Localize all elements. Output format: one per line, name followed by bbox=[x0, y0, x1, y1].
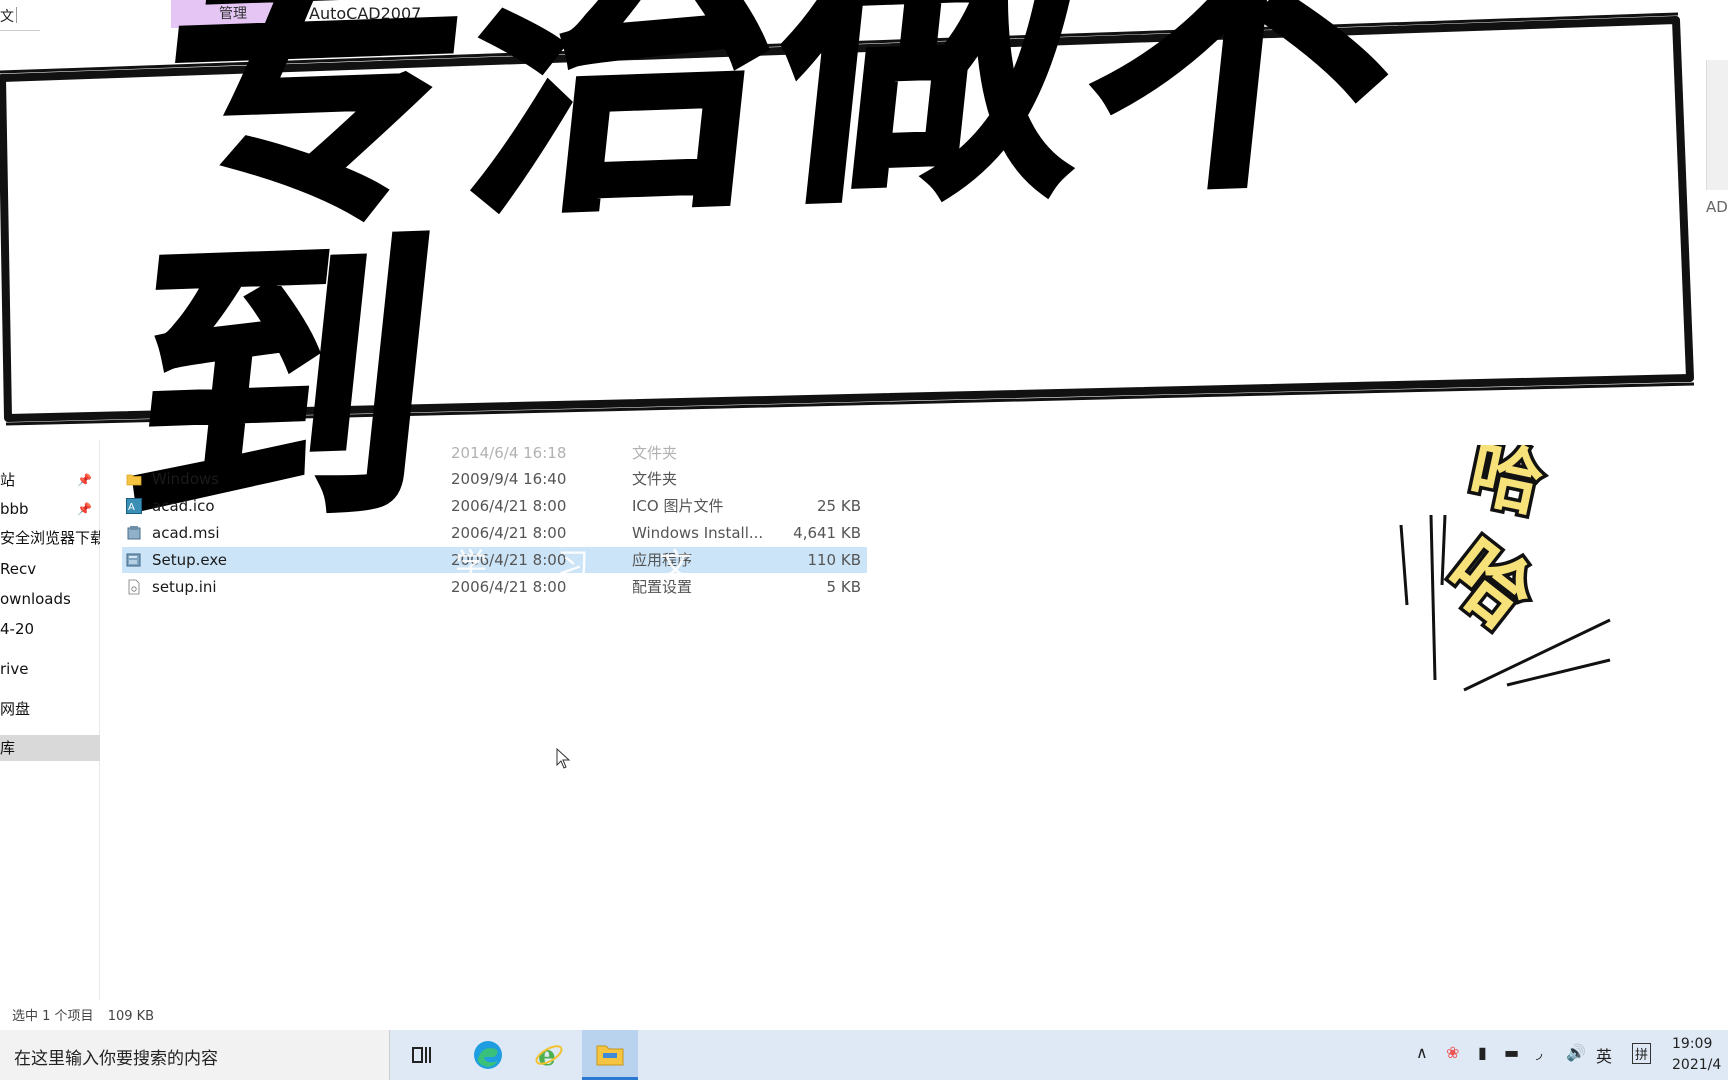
file-explorer-button[interactable] bbox=[582, 1030, 638, 1080]
right-edge-label: AD2 bbox=[1706, 198, 1728, 216]
haha-sticker: 哈 哈 bbox=[1399, 445, 1611, 692]
file-name: acad.ico bbox=[152, 497, 215, 515]
file-name: acad.msi bbox=[152, 524, 220, 542]
nav-item[interactable]: ownloads bbox=[0, 586, 100, 612]
file-type: 文件夹 bbox=[632, 444, 678, 462]
right-panel-fragment bbox=[1706, 60, 1728, 190]
wifi-icon[interactable]: ◞ bbox=[1536, 1043, 1542, 1062]
svg-text:A: A bbox=[128, 502, 135, 513]
taskbar-search-placeholder: 在这里输入你要搜索的内容 bbox=[14, 1049, 218, 1069]
nav-item[interactable]: 站 📌 bbox=[0, 467, 100, 493]
task-view-icon bbox=[412, 1047, 431, 1063]
ie-browser-button[interactable]: e bbox=[521, 1030, 577, 1080]
folder-icon bbox=[596, 1045, 624, 1065]
file-date: 2009/9/4 16:40 bbox=[451, 470, 567, 488]
nav-item[interactable]: rive bbox=[0, 656, 100, 682]
ime-language-indicator[interactable]: 英 bbox=[1596, 1043, 1612, 1067]
file-row[interactable]: Windows 2009/9/4 16:40 文件夹 bbox=[122, 466, 867, 492]
file-name: Windows bbox=[152, 470, 219, 488]
ime-mode-indicator[interactable]: 拼 bbox=[1632, 1043, 1652, 1064]
task-view-button[interactable] bbox=[395, 1030, 451, 1080]
mouse-cursor-icon bbox=[556, 748, 571, 769]
file-row[interactable]: 2014/6/4 16:18 文件夹 bbox=[122, 440, 867, 466]
nav-item[interactable]: 网盘 bbox=[0, 696, 100, 722]
nav-item-label: 网盘 bbox=[0, 700, 31, 718]
pin-icon: 📌 bbox=[77, 473, 92, 487]
edge-browser-button[interactable] bbox=[460, 1030, 516, 1080]
file-name: setup.ini bbox=[152, 578, 217, 596]
app-tray-icon[interactable]: ❀ bbox=[1446, 1043, 1459, 1062]
nav-item-label: 站 bbox=[0, 471, 16, 489]
taskbar-search-box[interactable]: 在这里输入你要搜索的内容 bbox=[0, 1030, 390, 1080]
nav-item-label: 4-20 bbox=[0, 620, 35, 638]
folder-icon bbox=[126, 474, 142, 486]
watermark-text: 学 习 文 bbox=[455, 546, 722, 584]
status-selected-size: 109 KB bbox=[107, 1009, 155, 1024]
nav-item-label: rive bbox=[0, 660, 29, 678]
microphone-icon[interactable]: ▮ bbox=[1478, 1043, 1487, 1062]
nav-item[interactable]: 安全浏览器下载 bbox=[0, 525, 100, 551]
haha-char-1: 哈 bbox=[1462, 445, 1550, 527]
navigation-pane: 站 📌 bbb 📌 安全浏览器下载 Recv ownloads 4-20 riv… bbox=[0, 440, 100, 1000]
haha-char-2: 哈 bbox=[1429, 523, 1549, 646]
file-type: 文件夹 bbox=[632, 470, 678, 488]
status-bar: 选中 1 个项目 109 KB bbox=[12, 1005, 154, 1024]
clock-date: 2021/4 bbox=[1672, 1057, 1722, 1073]
file-date: 2006/4/21 8:00 bbox=[451, 497, 567, 515]
nav-item-label: 库 bbox=[0, 739, 16, 757]
file-size: 110 KB bbox=[807, 551, 861, 569]
volume-icon[interactable]: 🔊 bbox=[1566, 1043, 1586, 1062]
nav-item[interactable]: bbb 📌 bbox=[0, 496, 100, 522]
nav-item-selected[interactable]: 库 bbox=[0, 735, 100, 761]
banner-title: 专治做不到 bbox=[110, 0, 1422, 569]
ini-file-icon bbox=[128, 579, 140, 595]
file-name: Setup.exe bbox=[152, 551, 228, 569]
nav-item-label: bbb bbox=[0, 500, 29, 518]
file-row[interactable]: A acad.ico 2006/4/21 8:00 ICO 图片文件 25 KB bbox=[122, 493, 867, 519]
ie-browser-icon: e bbox=[535, 1040, 563, 1070]
taskbar: 在这里输入你要搜索的内容 e ∧ ❀ ▮ ▬ ◞ 🔊 英 拼 19:09 202… bbox=[0, 1030, 1728, 1080]
file-size: 5 KB bbox=[826, 578, 861, 596]
pin-icon: 📌 bbox=[77, 502, 92, 516]
system-clock[interactable]: 19:09 2021/4 bbox=[1672, 1034, 1721, 1076]
screen: 文 管理 AutoCAD2007 AD2 专治做不到 站 📌 bbb 📌 安全浏… bbox=[0, 0, 1728, 1080]
msi-icon bbox=[127, 526, 141, 540]
setup-exe-icon bbox=[126, 553, 141, 567]
battery-icon[interactable]: ▬ bbox=[1504, 1043, 1519, 1062]
edge-browser-icon bbox=[474, 1041, 502, 1069]
nav-item[interactable]: Recv bbox=[0, 556, 100, 582]
file-type: ICO 图片文件 bbox=[632, 497, 724, 515]
autocad-icon: A bbox=[126, 498, 142, 514]
file-date: 2014/6/4 16:18 bbox=[451, 444, 567, 462]
file-size: 4,641 KB bbox=[793, 524, 861, 542]
nav-item-label: ownloads bbox=[0, 590, 71, 608]
show-hidden-icons-chevron-icon[interactable]: ∧ bbox=[1416, 1043, 1428, 1062]
clock-time: 19:09 bbox=[1672, 1036, 1713, 1052]
nav-item-label: 安全浏览器下载 bbox=[0, 529, 100, 547]
nav-item[interactable]: 4-20 bbox=[0, 616, 100, 642]
status-selected-count: 选中 1 个项目 bbox=[12, 1009, 94, 1024]
nav-item-label: Recv bbox=[0, 560, 37, 578]
file-size: 25 KB bbox=[817, 497, 861, 515]
